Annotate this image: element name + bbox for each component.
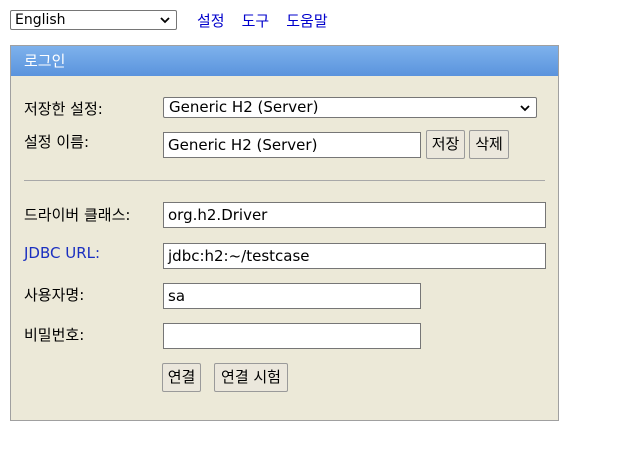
jdbc-url-input[interactable]: jdbc:h2:~/testcase <box>163 243 546 269</box>
login-panel: 로그인 저장한 설정: Generic H2 (Server) 설정 이름: G… <box>10 45 559 421</box>
top-toolbar: English 설정 도구 도움말 <box>10 9 328 31</box>
username-label: 사용자명: <box>24 286 85 304</box>
username-input[interactable]: sa <box>163 283 421 309</box>
language-select[interactable]: English <box>10 10 177 30</box>
driver-class-label: 드라이버 클래스: <box>24 206 131 224</box>
section-divider <box>24 180 545 181</box>
setting-name-label: 설정 이름: <box>24 133 90 151</box>
language-select-value: English <box>15 12 66 28</box>
saved-settings-value: Generic H2 (Server) <box>169 98 319 116</box>
jdbc-url-label[interactable]: JDBC URL: <box>24 244 100 262</box>
help-link[interactable]: 도움말 <box>286 10 327 31</box>
save-button[interactable]: 저장 <box>426 130 465 159</box>
setting-name-input[interactable]: Generic H2 (Server) <box>163 132 421 158</box>
password-input[interactable] <box>163 323 421 349</box>
connect-button[interactable]: 연결 <box>162 363 201 392</box>
driver-class-input[interactable]: org.h2.Driver <box>163 202 546 228</box>
login-panel-title: 로그인 <box>11 46 558 76</box>
saved-settings-select[interactable]: Generic H2 (Server) <box>163 97 537 118</box>
settings-link[interactable]: 설정 <box>197 10 225 31</box>
delete-button[interactable]: 삭제 <box>469 130 509 159</box>
password-label: 비밀번호: <box>24 326 85 344</box>
tools-link[interactable]: 도구 <box>242 10 270 31</box>
saved-settings-label: 저장한 설정: <box>24 100 103 118</box>
chevron-down-icon <box>160 17 170 24</box>
test-connection-button[interactable]: 연결 시험 <box>214 363 288 392</box>
chevron-down-icon <box>520 105 530 112</box>
